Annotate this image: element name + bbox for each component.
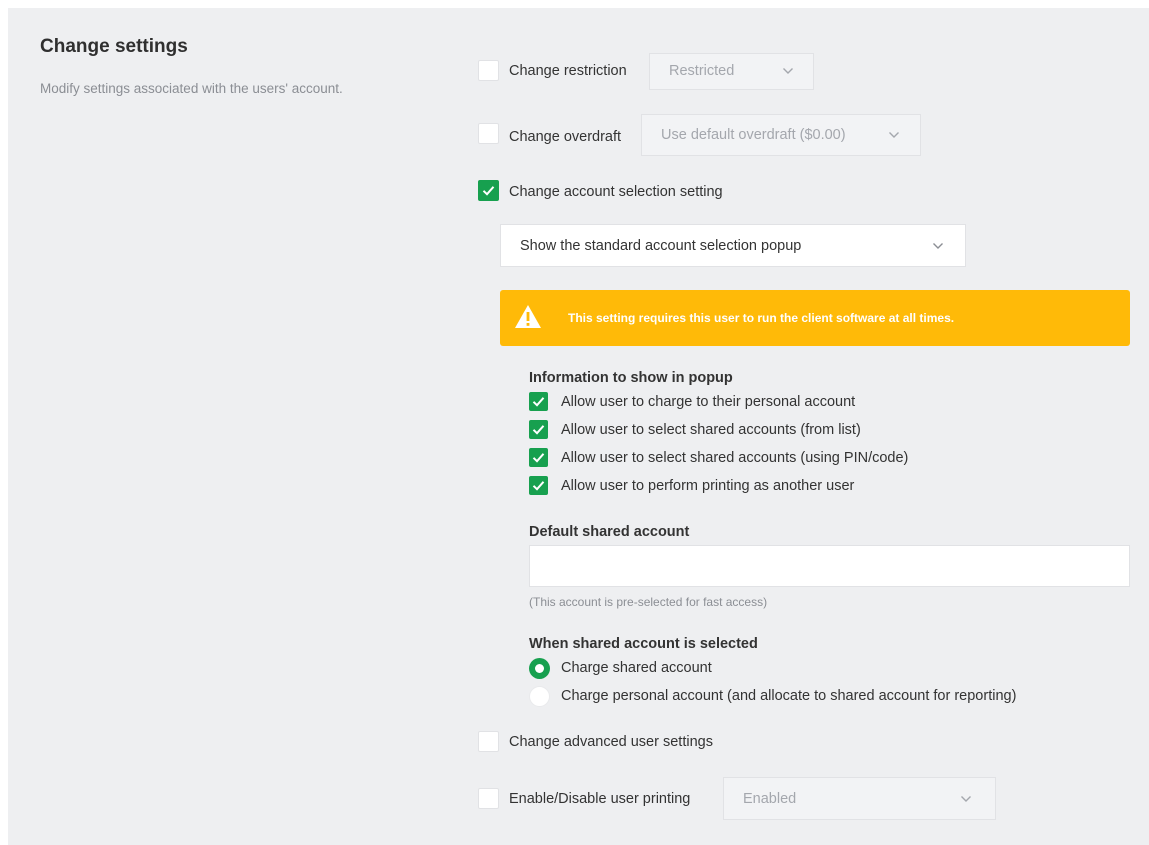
enable-disable-printing-checkbox[interactable] <box>478 788 499 809</box>
chevron-down-icon <box>889 132 899 138</box>
overdraft-select-value: Use default overdraft ($0.00) <box>661 127 846 143</box>
account-selection-select-value: Show the standard account selection popu… <box>520 238 802 254</box>
change-overdraft-label[interactable]: Change overdraft <box>509 129 621 145</box>
chevron-down-icon <box>933 243 943 249</box>
printing-select-value: Enabled <box>743 791 797 807</box>
popup-option-label[interactable]: Allow user to select shared accounts (fr… <box>561 422 861 438</box>
enable-disable-printing-label[interactable]: Enable/Disable user printing <box>509 791 690 807</box>
change-account-selection-label[interactable]: Change account selection setting <box>509 184 723 200</box>
overdraft-select[interactable]: Use default overdraft ($0.00) <box>641 114 921 156</box>
restriction-select-value: Restricted <box>669 63 735 79</box>
client-software-warning: This setting requires this user to run t… <box>500 290 1130 346</box>
restriction-select[interactable]: Restricted <box>649 53 814 90</box>
section-description: Modify settings associated with the user… <box>40 81 343 96</box>
default-shared-account-hint: (This account is pre-selected for fast a… <box>529 595 768 609</box>
check-icon <box>532 425 545 435</box>
chevron-down-icon <box>961 796 971 802</box>
popup-info-heading: Information to show in popup <box>529 370 733 386</box>
charge-shared-label[interactable]: Charge shared account <box>561 660 712 676</box>
check-icon <box>532 397 545 407</box>
chevron-down-icon <box>783 68 793 74</box>
check-icon <box>532 453 545 463</box>
popup-option-label[interactable]: Allow user to charge to their personal a… <box>561 394 855 410</box>
account-selection-select[interactable]: Show the standard account selection popu… <box>500 224 966 267</box>
change-advanced-settings-label[interactable]: Change advanced user settings <box>509 734 713 750</box>
section-title: Change settings <box>40 36 188 57</box>
popup-option-checkbox-shared-list[interactable] <box>529 420 548 439</box>
charge-personal-label[interactable]: Charge personal account (and allocate to… <box>561 688 1016 704</box>
check-icon <box>482 186 495 196</box>
change-restriction-label[interactable]: Change restriction <box>509 63 627 79</box>
popup-option-label[interactable]: Allow user to perform printing as anothe… <box>561 478 854 494</box>
change-account-selection-checkbox[interactable] <box>478 180 499 201</box>
default-shared-account-heading: Default shared account <box>529 524 690 540</box>
printing-select[interactable]: Enabled <box>723 777 996 820</box>
warning-icon <box>515 305 541 328</box>
popup-option-checkbox-another-user[interactable] <box>529 476 548 495</box>
popup-option-checkbox-personal[interactable] <box>529 392 548 411</box>
charge-shared-radio[interactable] <box>529 658 550 679</box>
check-icon <box>532 481 545 491</box>
warning-text: This setting requires this user to run t… <box>568 311 955 325</box>
change-advanced-settings-checkbox[interactable] <box>478 731 499 752</box>
default-shared-account-input[interactable] <box>529 545 1130 587</box>
change-overdraft-checkbox[interactable] <box>478 123 499 144</box>
popup-option-label[interactable]: Allow user to select shared accounts (us… <box>561 450 908 466</box>
settings-panel: Change settings Modify settings associat… <box>8 8 1149 845</box>
when-shared-selected-heading: When shared account is selected <box>529 636 758 652</box>
change-restriction-checkbox[interactable] <box>478 60 499 81</box>
popup-option-checkbox-shared-pin[interactable] <box>529 448 548 467</box>
charge-personal-radio[interactable] <box>529 686 550 707</box>
